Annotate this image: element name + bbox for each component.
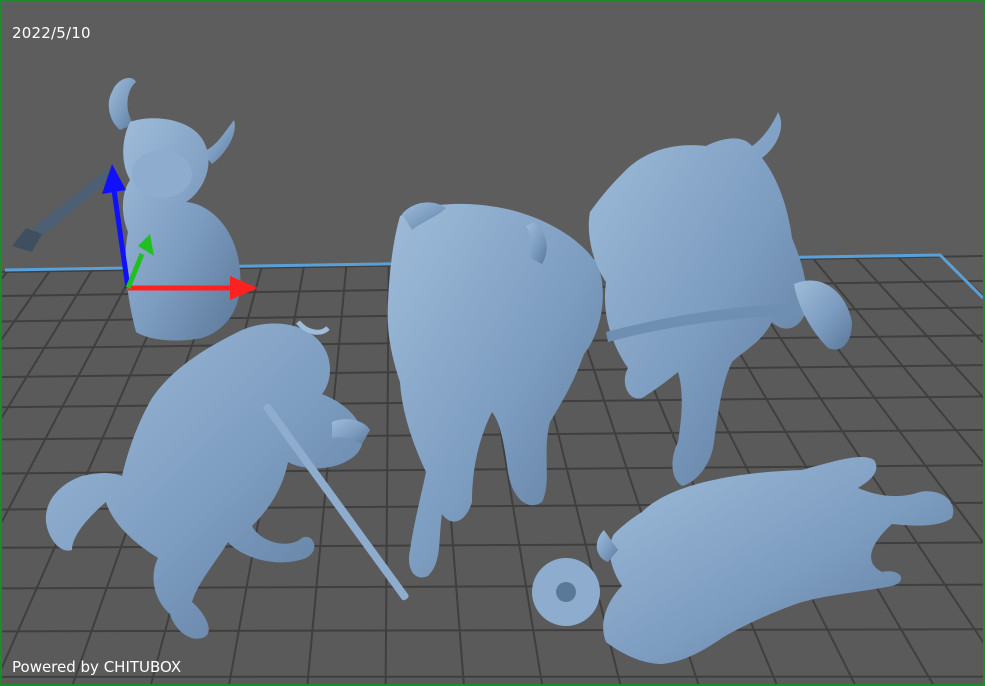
scene-canvas[interactable] — [2, 2, 983, 684]
3d-viewport[interactable]: 2022/5/10 Powered by CHITUBOX — [0, 0, 985, 686]
powered-by-label: Powered by CHITUBOX — [12, 658, 182, 676]
date-label: 2022/5/10 — [12, 24, 91, 42]
